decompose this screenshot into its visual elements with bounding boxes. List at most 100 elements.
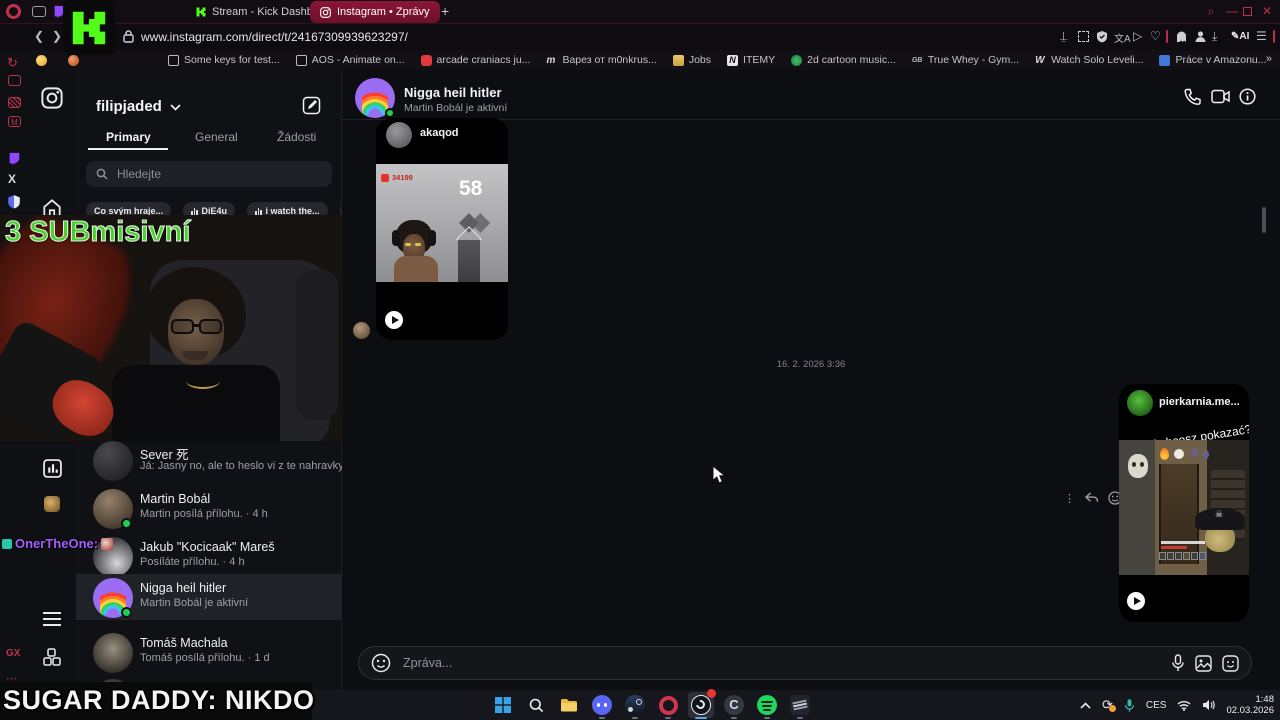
tab-general[interactable]: General	[195, 130, 238, 144]
menu-icon[interactable]: ☰	[1256, 29, 1267, 43]
opera-logo-icon[interactable]	[6, 4, 21, 19]
sticker-icon[interactable]	[1222, 654, 1239, 672]
tray-chevron-icon[interactable]	[1080, 701, 1091, 709]
forward-button[interactable]: ❯	[52, 29, 62, 43]
flow-icon[interactable]: ▷	[1133, 29, 1142, 43]
volume-icon[interactable]	[1202, 699, 1216, 711]
url-field[interactable]: www.instagram.com/direct/t/2416730993962…	[141, 30, 408, 44]
image-attach-icon[interactable]	[1195, 654, 1212, 672]
bookmark[interactable]: Jobs	[672, 54, 711, 66]
more-options-icon[interactable]: ⋮	[1064, 492, 1075, 505]
bookmark[interactable]: 2d cartoon music...	[791, 54, 896, 66]
game-icon[interactable]	[787, 692, 813, 719]
snapshot-icon[interactable]	[1078, 31, 1089, 42]
emoji-icon[interactable]	[371, 653, 391, 673]
video-call-icon[interactable]	[1211, 89, 1231, 104]
bookmark[interactable]: AOS - Animate on...	[295, 54, 405, 66]
incoming-reel-message[interactable]: akaqod 34199 58	[376, 118, 508, 340]
search-box[interactable]	[86, 161, 332, 187]
gym-icon: GB	[911, 56, 923, 64]
shield-app-icon[interactable]	[7, 194, 21, 209]
download-icon[interactable]: ⤓	[1212, 29, 1217, 44]
spotify-icon[interactable]	[754, 692, 780, 719]
taskbar-search-icon[interactable]	[523, 692, 549, 718]
bookmark-emoji[interactable]	[68, 54, 84, 66]
profile-avatar[interactable]	[44, 496, 60, 512]
instagram-logo-icon[interactable]	[41, 87, 63, 109]
play-button-icon[interactable]	[1127, 592, 1145, 610]
shield-icon[interactable]	[1096, 30, 1108, 43]
lock-icon[interactable]	[123, 30, 134, 43]
glasses-bridge	[193, 324, 200, 327]
conversation-row[interactable]: Martin Bobál Martin posílá přílohu. · 4 …	[76, 485, 342, 533]
date-divider: 16. 2. 2026 3:36	[776, 359, 846, 370]
bookmark[interactable]: m Варез от m0nkrus...	[546, 54, 656, 66]
bookmark-emoji[interactable]	[36, 54, 52, 66]
wifi-icon[interactable]	[1177, 700, 1191, 711]
info-icon[interactable]	[1239, 88, 1256, 105]
maximize-button[interactable]	[1243, 7, 1252, 16]
browser-tab-strip: Twitch Stream - Kick Dashboard Instagram…	[0, 0, 1280, 24]
mic-tray-icon[interactable]	[1124, 698, 1135, 713]
file-explorer-icon[interactable]	[556, 692, 582, 718]
instagram-icon	[320, 6, 331, 18]
bookmarks-overflow-button[interactable]: »	[1266, 53, 1272, 65]
obs-icon-active[interactable]	[688, 689, 716, 719]
message-input[interactable]	[401, 655, 1161, 671]
more-hamburger-icon[interactable]	[42, 611, 62, 627]
bookmark[interactable]: GB True Whey - Gym...	[912, 54, 1019, 66]
aria-ai-button[interactable]: ✎AI	[1231, 31, 1249, 42]
reply-icon[interactable]	[1084, 492, 1099, 504]
extension-ghost-icon[interactable]	[1175, 30, 1188, 43]
taskbar-clock[interactable]: 1:48 02.03.2026	[1226, 694, 1274, 716]
search-input[interactable]	[115, 166, 315, 182]
account-switcher[interactable]: filipjaded	[96, 98, 181, 115]
back-button[interactable]: ❮	[34, 29, 44, 43]
twitch-sidebar-icon[interactable]	[7, 152, 21, 166]
messenger-icon[interactable]	[8, 75, 21, 86]
meta-grid-icon[interactable]	[43, 648, 61, 666]
tab-requests[interactable]: Žádosti	[277, 130, 316, 144]
bookmark[interactable]: Some keys for test...	[168, 54, 280, 66]
keyboard-layout[interactable]: CES	[1146, 700, 1167, 711]
conversation-row[interactable]: Sever 死 Já: Jasny no, ale to heslo vi z …	[76, 437, 393, 485]
gx-label[interactable]: GX	[6, 648, 20, 659]
voice-message-icon[interactable]	[1171, 654, 1185, 672]
heart-icon[interactable]: ♡	[1150, 29, 1161, 43]
m-app-icon[interactable]: M	[8, 116, 21, 127]
sync-tray-icon[interactable]: ⟳	[1102, 697, 1116, 713]
curseforge-icon[interactable]: C	[721, 692, 747, 719]
dashboard-chart-icon[interactable]	[43, 459, 62, 478]
profile-icon[interactable]	[1194, 30, 1207, 43]
x-twitter-icon[interactable]: X	[8, 172, 16, 186]
scrollbar[interactable]	[1262, 207, 1266, 233]
conversation-row-selected[interactable]: Nigga heil hitler Martin Bobál je aktivn…	[76, 574, 342, 620]
gx-speed-icon[interactable]: ↻	[7, 55, 22, 70]
call-icon[interactable]	[1184, 88, 1202, 106]
bookmark[interactable]: arcade craniacs ju...	[420, 54, 530, 66]
play-button-icon[interactable]	[385, 311, 403, 329]
pin-icon[interactable]: ⍊	[1060, 29, 1067, 44]
tray-date: 02.03.2026	[1226, 705, 1274, 716]
tab-primary[interactable]: Primary	[106, 130, 151, 144]
workspace-icon[interactable]	[32, 6, 46, 17]
discord-icon[interactable]	[589, 692, 615, 719]
site-icon	[791, 54, 803, 66]
message-composer[interactable]	[358, 646, 1252, 680]
chat-app-icon[interactable]	[8, 97, 21, 108]
new-tab-button[interactable]: +	[441, 3, 449, 19]
minimize-button[interactable]: —	[1224, 4, 1240, 20]
compose-icon[interactable]	[302, 96, 321, 115]
bookmark[interactable]: N ITEMY	[727, 54, 775, 66]
steam-icon[interactable]	[622, 692, 648, 719]
start-button[interactable]	[490, 692, 516, 718]
outgoing-reel-message[interactable]: pierkarnia.me... Co mi chcesz pokazać? ☠	[1119, 384, 1249, 622]
conversation-row[interactable]: Tomáš Machala Tomáš posílá přílohu. · 1 …	[76, 629, 342, 677]
bookmark[interactable]: Práce v Amazonu...	[1159, 54, 1267, 66]
bookmark[interactable]: W Watch Solo Leveli...	[1035, 54, 1143, 66]
close-button[interactable]: ✕	[1259, 4, 1275, 20]
translate-icon[interactable]: 文A	[1114, 30, 1131, 45]
browser-search-button[interactable]: ⌕	[1203, 4, 1219, 20]
tab-instagram-active[interactable]: Instagram • Zprávy	[310, 1, 440, 23]
opera-gx-icon[interactable]	[655, 692, 681, 719]
